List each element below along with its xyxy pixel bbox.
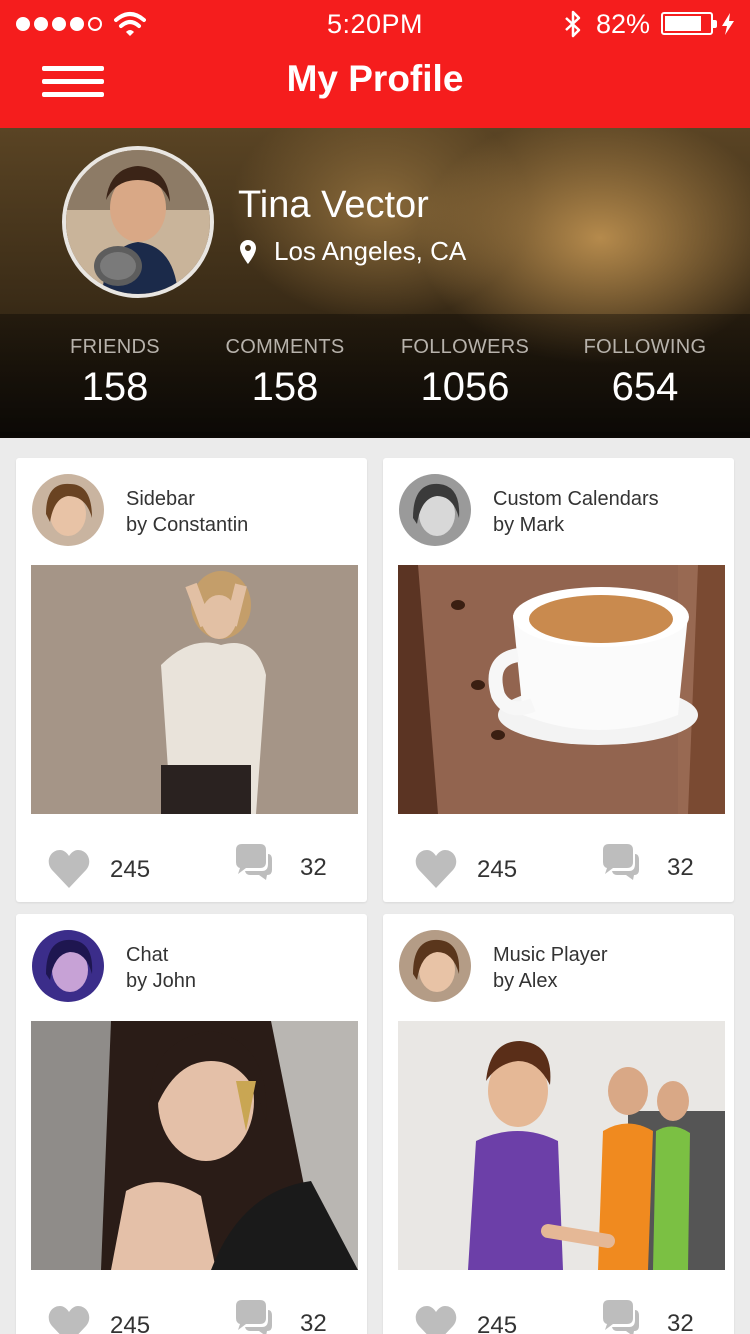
author-avatar[interactable] bbox=[32, 474, 104, 546]
bluetooth-icon bbox=[565, 10, 581, 38]
post-card[interactable]: Chat by John 245 32 bbox=[16, 914, 367, 1334]
comment-count: 32 bbox=[300, 854, 327, 881]
location-text: Los Angeles, CA bbox=[274, 236, 467, 266]
post-author: by Mark bbox=[493, 514, 565, 536]
post-title: Chat bbox=[126, 944, 169, 966]
stat-value: 158 bbox=[251, 365, 319, 409]
heart-icon[interactable] bbox=[415, 1306, 457, 1334]
stat-friends[interactable]: FRIENDS 158 bbox=[30, 336, 200, 410]
post-image[interactable] bbox=[31, 1021, 358, 1270]
profile-photo bbox=[66, 150, 210, 294]
heart-icon[interactable] bbox=[415, 850, 457, 888]
comment-count: 32 bbox=[667, 854, 694, 881]
speech-bubbles-icon[interactable] bbox=[599, 1300, 641, 1334]
stat-label: FOLLOWERS bbox=[400, 336, 530, 358]
post-author: by Constantin bbox=[126, 514, 249, 536]
author-avatar[interactable] bbox=[32, 930, 104, 1002]
speech-bubbles-icon[interactable] bbox=[599, 844, 641, 884]
page-title: My Profile bbox=[286, 58, 464, 99]
like-count: 245 bbox=[477, 1312, 518, 1334]
stat-label: FRIENDS bbox=[70, 336, 160, 358]
post-card[interactable]: Sidebar by Constantin 245 32 bbox=[16, 458, 367, 902]
post-title: Music Player bbox=[493, 944, 608, 966]
author-avatar[interactable] bbox=[399, 930, 471, 1002]
post-title-block: Chat by John bbox=[126, 942, 196, 994]
post-image[interactable] bbox=[398, 1021, 725, 1270]
stat-value: 654 bbox=[611, 365, 679, 409]
heart-icon[interactable] bbox=[48, 1306, 90, 1334]
charging-bolt-icon bbox=[722, 13, 734, 35]
post-title-block: Music Player by Alex bbox=[493, 942, 607, 994]
profile-name: Tina Vector bbox=[238, 184, 429, 226]
profile-avatar[interactable] bbox=[62, 146, 214, 298]
comment-count: 32 bbox=[667, 1310, 694, 1334]
like-count: 245 bbox=[110, 1312, 151, 1334]
heart-icon[interactable] bbox=[48, 850, 90, 888]
post-title: Sidebar bbox=[126, 488, 195, 510]
speech-bubbles-icon[interactable] bbox=[232, 1300, 274, 1334]
stat-label: COMMENTS bbox=[225, 336, 345, 358]
stat-value: 1056 bbox=[420, 365, 510, 409]
profile-header: Tina Vector Los Angeles, CA FRIENDS 158 … bbox=[0, 128, 750, 438]
speech-bubbles-icon[interactable] bbox=[232, 844, 274, 884]
stat-comments[interactable]: COMMENTS 158 bbox=[200, 336, 370, 410]
comment-count: 32 bbox=[300, 1310, 327, 1334]
stat-followers[interactable]: FOLLOWERS 1056 bbox=[380, 336, 550, 410]
stat-label: FOLLOWING bbox=[583, 336, 707, 358]
post-card[interactable]: Custom Calendars by Mark 245 32 bbox=[383, 458, 734, 902]
post-author: by John bbox=[126, 970, 197, 992]
battery-percent: 82% bbox=[596, 9, 651, 39]
status-bar: 5:20PM 82% bbox=[0, 0, 750, 48]
battery-icon bbox=[661, 12, 717, 35]
post-image[interactable] bbox=[398, 565, 725, 814]
post-title-block: Sidebar by Constantin bbox=[126, 486, 248, 538]
stat-following[interactable]: FOLLOWING 654 bbox=[560, 336, 730, 410]
like-count: 245 bbox=[110, 856, 151, 883]
author-avatar[interactable] bbox=[399, 474, 471, 546]
map-pin-icon bbox=[240, 239, 256, 264]
post-card[interactable]: Music Player by Alex 245 32 bbox=[383, 914, 734, 1334]
post-author: by Alex bbox=[493, 970, 558, 992]
post-title: Custom Calendars bbox=[493, 488, 659, 510]
like-count: 245 bbox=[477, 856, 518, 883]
stat-value: 158 bbox=[81, 365, 149, 409]
post-image[interactable] bbox=[31, 565, 358, 814]
post-title-block: Custom Calendars by Mark bbox=[493, 486, 659, 538]
profile-location: Los Angeles, CA bbox=[240, 236, 466, 267]
top-bar: 5:20PM 82% My Profile bbox=[0, 0, 750, 128]
